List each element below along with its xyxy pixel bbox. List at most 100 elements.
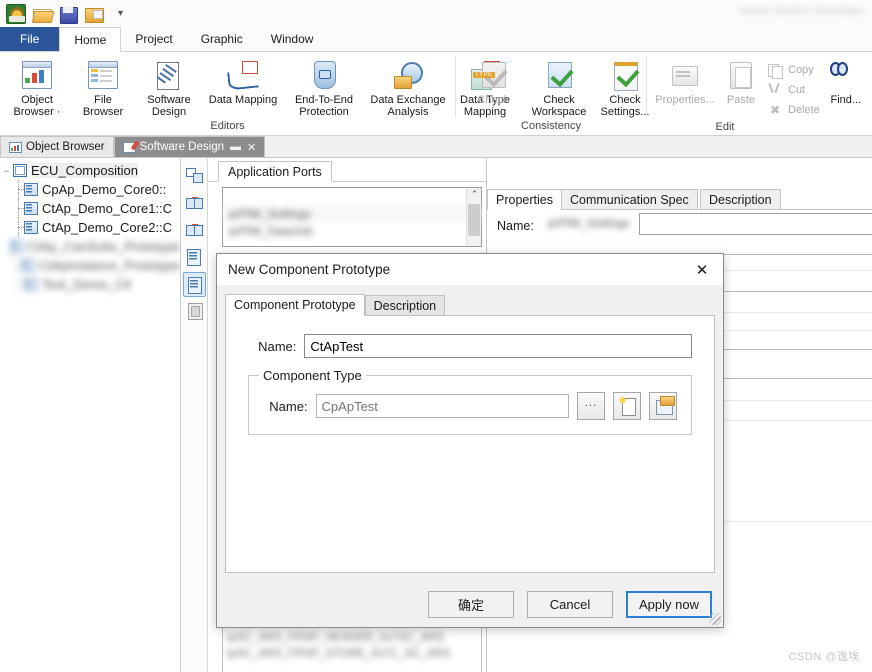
chevron-down-icon[interactable]: ▾	[118, 9, 123, 19]
ribbon-tab-graphic[interactable]: Graphic	[187, 27, 257, 51]
properties-icon	[669, 59, 701, 91]
properties-button[interactable]: Properties...	[651, 56, 719, 118]
tree-item-label: CtAp_Demo_Core2::C	[42, 220, 173, 235]
find-button[interactable]: Find...	[824, 56, 868, 118]
cut-label: Cut	[788, 84, 806, 96]
ok-button[interactable]: 确定	[428, 590, 514, 618]
tree-item-prototype[interactable]: CtAp_Demo_Core1::C	[0, 199, 180, 218]
pin-icon[interactable]: ▬	[230, 141, 241, 153]
file-browser-button[interactable]: File Browser	[70, 56, 136, 118]
ribbon-tab-file[interactable]: File	[0, 27, 60, 51]
tab-properties[interactable]: Properties	[487, 189, 562, 210]
tree-item-prototype[interactable]: CpAp_Demo_Core0::	[0, 180, 180, 199]
prototype-name-input[interactable]	[304, 334, 692, 358]
tab-component-prototype[interactable]: Component Prototype	[225, 294, 365, 316]
new-component-type-button[interactable]: ✦	[613, 392, 641, 420]
object-browser-button[interactable]: Object Browser ·	[4, 56, 70, 118]
tree-elbow	[13, 275, 24, 294]
delete-button[interactable]: ✖ Delete	[763, 100, 824, 120]
ribbon-tab-home[interactable]: Home	[59, 27, 122, 52]
software-design-icon	[122, 141, 136, 153]
paste-button[interactable]: Paste	[719, 56, 763, 118]
check-workspace-icon	[543, 59, 575, 91]
tree-item-label: ECU_Composition	[31, 163, 138, 178]
list-item[interactable]: ipSC_ARS_FRSP_HEADER_0x7SC_ARS	[223, 630, 481, 646]
prototype-icon	[21, 259, 36, 272]
component-type-group: Component Type Name: ... ✦	[248, 368, 692, 435]
end-to-end-protection-icon	[308, 59, 340, 91]
dialog-body: Component Prototype Description Name: Co…	[217, 285, 723, 581]
tab-description[interactable]: Description	[364, 295, 446, 316]
application-ports-list[interactable]: prPIM_Settings prPIM_DataJob ⌃	[222, 187, 482, 247]
check-workspace-button[interactable]: Check Workspace	[526, 56, 592, 118]
save-as-icon[interactable]	[84, 4, 104, 24]
document-tab-software-design[interactable]: Software Design ▬ ✕	[113, 136, 266, 157]
list-item[interactable]: prPIM_Settings	[223, 205, 481, 222]
scrollbar-thumb[interactable]	[468, 204, 480, 236]
prototype-name-label: Name:	[258, 338, 297, 354]
dialog-title-bar[interactable]: New Component Prototype ✕	[217, 254, 723, 285]
document-tab-object-browser[interactable]: Object Browser	[0, 136, 114, 157]
paste-icon	[725, 59, 757, 91]
component-type-name-input[interactable]	[315, 394, 569, 418]
object-browser-icon	[21, 59, 53, 91]
ports-view-button[interactable]	[183, 245, 206, 270]
connections-view-2-button[interactable]	[183, 218, 206, 243]
resize-grip[interactable]	[709, 613, 721, 625]
check-label: Check	[477, 94, 509, 106]
tree-item-prototype[interactable]: CtAp_CanSubs_Prototype	[0, 237, 180, 256]
copy-icon	[767, 62, 783, 79]
apply-now-button[interactable]: Apply now	[626, 590, 712, 618]
check-button[interactable]: Check	[460, 56, 526, 118]
copy-button[interactable]: Copy	[763, 60, 824, 80]
tab-communication-spec[interactable]: Communication Spec	[561, 189, 698, 210]
tree-item-label: CtAp_CanSubs_Prototype	[27, 239, 180, 254]
data-mapping-icon	[227, 59, 259, 91]
import-component-type-button[interactable]	[649, 392, 677, 420]
application-ports-view-button[interactable]	[182, 272, 206, 297]
save-icon[interactable]	[58, 4, 78, 24]
composition-view-button[interactable]	[183, 164, 206, 189]
software-design-button[interactable]: Software Design	[136, 56, 202, 118]
scroll-up-icon[interactable]: ⌃	[467, 188, 482, 203]
end-to-end-protection-button[interactable]: End-To-End Protection	[284, 56, 364, 118]
tree-item-ecu-composition[interactable]: − ECU_Composition	[0, 161, 180, 180]
ribbon-tab-bar: File Home Project Graphic Window	[0, 27, 872, 52]
properties-name-input[interactable]	[639, 213, 872, 235]
properties-name-value: prPIM_Settings	[548, 216, 631, 230]
connections-view-button[interactable]	[183, 191, 206, 216]
runnables-view-button[interactable]	[183, 299, 206, 324]
vertical-scrollbar[interactable]: ⌃	[466, 188, 481, 246]
open-folder-icon[interactable]	[32, 4, 52, 24]
prototype-icon	[24, 183, 38, 196]
ribbon-tab-window[interactable]: Window	[257, 27, 328, 51]
copy-label: Copy	[788, 64, 814, 76]
list-item[interactable]	[223, 188, 481, 205]
quick-access-toolbar: ▾ Vector DaVinci Developer	[0, 0, 872, 28]
dialog-tab-strip: Component Prototype Description	[225, 294, 715, 316]
application-ports-view-icon	[187, 276, 204, 294]
expander-icon[interactable]: −	[0, 166, 13, 176]
composition-tree[interactable]: − ECU_Composition CpAp_Demo_Core0:: CtAp…	[0, 158, 181, 672]
list-item[interactable]: prPIM_DataJob	[223, 222, 481, 239]
properties-name-label: Name:	[497, 219, 534, 233]
prototype-name-row: Name:	[248, 334, 692, 358]
tab-description[interactable]: Description	[700, 189, 781, 210]
data-mapping-button[interactable]: Data Mapping	[202, 56, 284, 118]
cut-button[interactable]: Cut	[763, 80, 824, 100]
list-item[interactable]: ipSC_ARS_FRSP_STORE_0x7C_SC_ARS	[223, 646, 481, 662]
tree-item-prototype[interactable]: CtAp_Demo_Core2::C	[0, 218, 180, 237]
connections-view-icon	[185, 221, 203, 238]
tree-elbow	[13, 218, 24, 237]
tab-application-ports[interactable]: Application Ports	[218, 161, 332, 182]
ribbon-tab-project[interactable]: Project	[121, 27, 186, 51]
cancel-button[interactable]: Cancel	[527, 590, 613, 618]
close-icon[interactable]: ✕	[247, 141, 256, 154]
tree-item-prototype[interactable]: CtApInstance_Prototype	[0, 256, 180, 275]
tree-item-prototype[interactable]: Test_Demo_Ctl	[0, 275, 180, 294]
data-exchange-analysis-button[interactable]: Data Exchange Analysis	[364, 56, 452, 118]
app-icon[interactable]	[6, 4, 26, 24]
prototype-icon	[9, 240, 24, 253]
close-icon[interactable]: ✕	[687, 257, 717, 283]
browse-button[interactable]: ...	[577, 392, 605, 420]
